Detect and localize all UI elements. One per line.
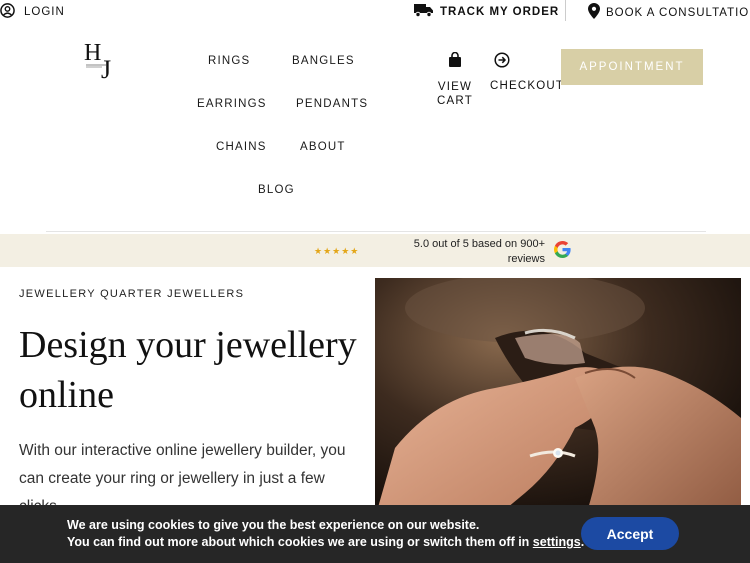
view-cart-line1: VIEW [437, 81, 473, 93]
arrow-circle-icon [490, 52, 564, 80]
book-consultation-label: BOOK A CONSULTATION [606, 6, 750, 19]
rating-line1: 5.0 out of 5 based on 900+ [413, 238, 545, 250]
nav-blog[interactable]: BLOG [258, 184, 295, 196]
nav-earrings[interactable]: EARRINGS [197, 98, 267, 110]
topbar-divider [565, 0, 566, 21]
book-consultation-link[interactable]: BOOK A CONSULTATION [588, 3, 750, 22]
appointment-button[interactable]: APPOINTMENT [561, 49, 703, 85]
rating-band: ★★★★★ 5.0 out of 5 based on 900+ reviews [0, 234, 750, 267]
rating-stars: ★★★★★ [314, 246, 360, 256]
svg-text:J: J [101, 55, 111, 84]
login-label: LOGIN [24, 6, 65, 18]
nav-bangles[interactable]: BANGLES [292, 55, 355, 67]
google-icon[interactable] [554, 241, 571, 258]
hero-image [375, 278, 741, 518]
view-cart-line2: CART [437, 95, 473, 107]
cookie-line2: You can find out more about which cookie… [67, 534, 584, 551]
hero-title: Design your jewellery online [19, 324, 357, 416]
hero-eyebrow: JEWELLERY QUARTER JEWELLERS [19, 288, 245, 300]
cookie-settings-link[interactable]: settings [533, 535, 581, 549]
nav-pendants[interactable]: PENDANTS [296, 98, 368, 110]
nav-chains[interactable]: CHAINS [216, 141, 267, 153]
header-divider [46, 231, 706, 232]
track-order-label: TRACK MY ORDER [440, 5, 560, 18]
map-pin-icon [588, 3, 600, 22]
login-link[interactable]: LOGIN [0, 3, 65, 21]
cookie-line2-text: You can find out more about which cookie… [67, 535, 533, 549]
checkout-label: CHECKOUT [490, 80, 565, 92]
svg-text:H: H [84, 40, 101, 66]
rating-line2: reviews [507, 253, 545, 265]
cookie-message: We are using cookies to give you the bes… [67, 517, 584, 551]
shopping-bag-icon [437, 51, 473, 80]
accept-cookies-button[interactable]: Accept [581, 517, 679, 550]
nav-rings[interactable]: RINGS [208, 55, 250, 67]
cookie-banner: We are using cookies to give you the bes… [0, 505, 750, 563]
cookie-line1: We are using cookies to give you the bes… [67, 518, 480, 532]
brand-logo[interactable]: H J [82, 38, 122, 86]
user-icon [0, 3, 15, 21]
view-cart-button[interactable]: VIEW CART [437, 51, 473, 108]
truck-icon [414, 3, 434, 20]
top-bar: LOGIN TRACK MY ORDER BOOK A CONSULTATION [0, 0, 750, 21]
rating-summary: 5.0 out of 5 based on 900+ reviews [380, 237, 545, 267]
checkout-button[interactable]: CHECKOUT [490, 52, 564, 92]
nav-about[interactable]: ABOUT [300, 141, 346, 153]
track-order-link[interactable]: TRACK MY ORDER [414, 3, 559, 20]
